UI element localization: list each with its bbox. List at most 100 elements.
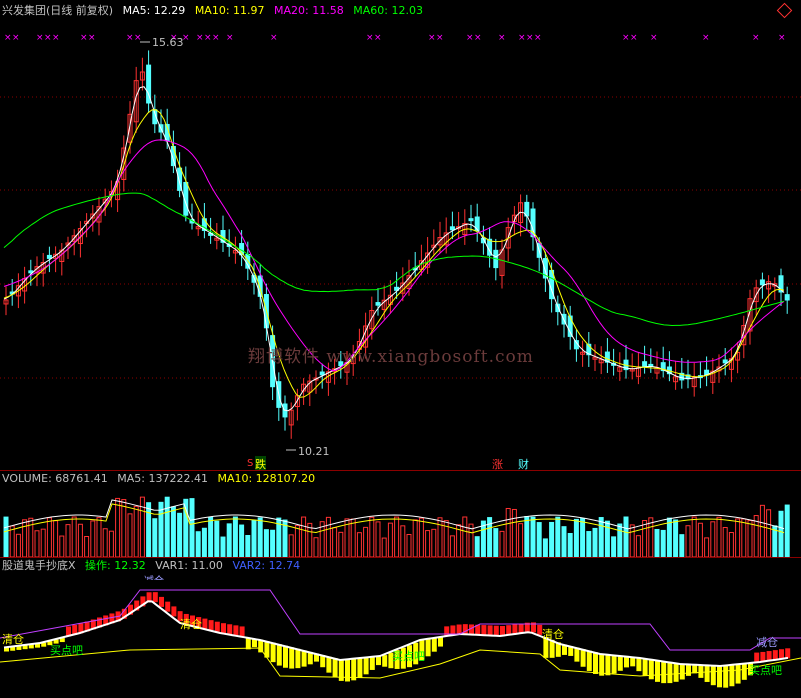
signal-bar: [276, 644, 282, 666]
signal-bar: [376, 656, 381, 666]
volume-bar: [263, 529, 269, 557]
volume-bar: [747, 520, 753, 557]
signal-x-marker: ×: [212, 33, 220, 43]
volume-bar: [629, 524, 635, 557]
ma60-line: [3, 192, 785, 327]
signal-bar: [245, 637, 251, 650]
volume-bar: [784, 504, 790, 557]
volume-bar: [363, 526, 369, 557]
signal-bar: [152, 592, 158, 603]
volume-bar: [195, 531, 201, 557]
signal-bar: [735, 664, 741, 684]
signal-bar: [171, 606, 177, 617]
volume-bar: [518, 523, 524, 557]
volume-bar: [437, 517, 443, 557]
volume-bar: [679, 534, 685, 557]
signal-x-marker: ×: [534, 33, 542, 43]
clear-tag-2: 清仓: [180, 618, 202, 631]
candle-body: [784, 294, 790, 301]
volume-bar: [431, 528, 437, 557]
signal-bar: [369, 657, 375, 670]
volume-bar: [766, 509, 772, 557]
volume-bar: [226, 523, 232, 557]
volume-bar: [704, 537, 710, 557]
volume-bar: [642, 519, 648, 557]
candle-body: [759, 279, 765, 286]
signal-x-marker: ×: [36, 33, 44, 43]
signal-bar: [679, 663, 685, 680]
volume-bar: [294, 525, 300, 557]
signal-bar: [642, 658, 648, 676]
price-panel[interactable]: × × × × × × × × × × × × × × × × × × × × × × × × × × × × × × × × 兴发集团(日线…: [0, 0, 801, 470]
signal-x-marker: ×: [428, 33, 436, 43]
volume-bar: [356, 532, 362, 557]
ma20-readout: MA20: 11.58: [274, 4, 344, 17]
volume-bar: [34, 530, 40, 557]
signal-x-marker: ×: [622, 33, 630, 43]
signal-bar: [239, 626, 245, 637]
volume-bar: [735, 518, 741, 557]
reduce-tag-2: 减仓: [756, 636, 778, 649]
price-header: 兴发集团(日线 前复权) MA5: 12.29 MA10: 11.97 MA20…: [2, 4, 429, 18]
volume-bar: [499, 530, 505, 557]
volume-bar: [542, 538, 548, 557]
signal-bar: [741, 663, 747, 680]
signal-x-marker: ×: [702, 33, 710, 43]
volume-bar: [462, 516, 468, 557]
signal-bar: [481, 625, 487, 636]
volume-bar: [580, 518, 586, 557]
volume-bar: [449, 535, 455, 557]
volume-panel[interactable]: VOLUME: 68761.41 MA5: 137222.41 MA10: 12…: [0, 471, 801, 557]
volume-bar: [102, 528, 108, 557]
volume-bar: [666, 517, 672, 557]
volume-bar: [313, 537, 319, 557]
volume-bar: [412, 519, 418, 557]
volume-bar: [251, 519, 257, 557]
volume-bar: [555, 516, 561, 557]
indicator-chart[interactable]: [0, 558, 801, 698]
volume-bar: [15, 533, 21, 557]
signal-bar: [214, 621, 220, 632]
signal-bar: [686, 664, 691, 676]
signal-x-marker: ×: [752, 33, 760, 43]
volume-bar: [201, 527, 207, 557]
signal-bar: [605, 654, 611, 676]
event-finance-marker[interactable]: 财: [518, 456, 529, 470]
signal-bar: [785, 648, 791, 659]
signal-x-marker: ×: [88, 33, 96, 43]
event-drop-marker[interactable]: 跌: [255, 456, 266, 470]
volume-bar: [46, 517, 52, 557]
volume-bar: [530, 516, 536, 557]
candlestick-chart[interactable]: × × × × × × × × × × × × × × × × × × × × × × × × × × × × × × × ×: [0, 0, 801, 470]
signal-bar: [382, 655, 388, 667]
volume-bar: [257, 517, 263, 557]
signal-bar: [301, 650, 307, 667]
signal-x-marker: ×: [204, 33, 212, 43]
volume-readout: VOLUME: 68761.41: [2, 472, 108, 485]
volume-bar: [65, 524, 71, 557]
clear-tag-1: 清仓: [2, 633, 24, 646]
volume-bar: [400, 525, 406, 557]
volume-bar: [152, 518, 158, 557]
signal-bar: [332, 658, 338, 678]
volume-bar: [592, 527, 598, 557]
ma60-readout: MA60: 12.03: [353, 4, 423, 17]
event-rise-marker[interactable]: 涨: [492, 456, 503, 470]
volume-bar: [394, 516, 400, 557]
signal-bar: [586, 650, 592, 671]
volume-bar: [53, 520, 59, 557]
volume-bar: [40, 528, 46, 557]
volume-bar: [325, 516, 331, 557]
volume-bar: [617, 523, 623, 557]
signal-bar: [233, 625, 239, 636]
signal-bar: [574, 647, 580, 662]
buy-tag-2: 买点吧: [392, 650, 425, 663]
low-price-label: 10.21: [298, 445, 330, 458]
volume-bar: [9, 525, 15, 557]
signal-bar: [425, 639, 431, 657]
vol-ma10-readout: MA10: 128107.20: [217, 472, 316, 485]
volume-bar: [623, 516, 629, 557]
indicator-panel[interactable]: 股道鬼手抄底X 操作: 12.32 VAR1: 11.00 VAR2: 12.7…: [0, 558, 801, 698]
var2-readout: VAR2: 12.74: [232, 559, 301, 572]
op-readout: 操作: 12.32: [85, 559, 146, 572]
